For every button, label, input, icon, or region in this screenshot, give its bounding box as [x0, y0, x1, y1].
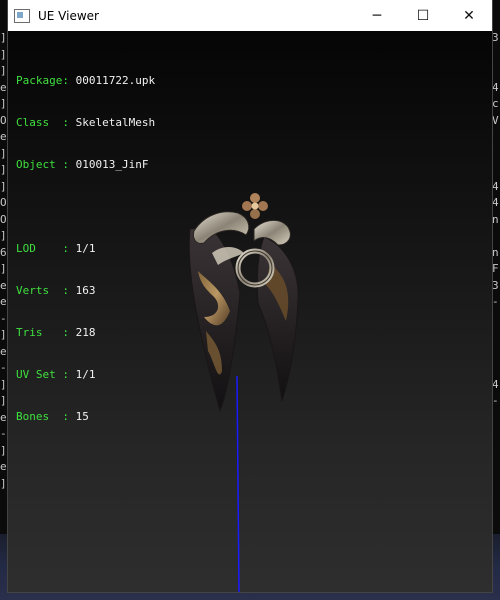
console-glyph	[492, 63, 500, 80]
title-bar[interactable]: UE Viewer ─ ☐ ✕	[8, 0, 492, 31]
console-glyph: O	[0, 113, 7, 127]
window-title: UE Viewer	[38, 8, 99, 23]
3d-viewport[interactable]: Package: 00011722.upk Class : SkeletalMe…	[8, 31, 492, 592]
console-glyph: ]	[0, 394, 7, 407]
app-window-icon	[14, 8, 30, 23]
ue-viewer-window: UE Viewer ─ ☐ ✕ Package: 00011722.upk Cl…	[8, 0, 492, 592]
console-glyph: n	[492, 245, 499, 259]
console-glyph: e	[0, 130, 7, 143]
console-glyph: 4	[492, 179, 499, 193]
console-glyph: -	[0, 311, 7, 325]
console-glyph: e	[0, 460, 7, 473]
console-glyph: e	[0, 410, 7, 424]
console-glyph: ]	[0, 476, 7, 490]
console-glyph	[492, 327, 500, 344]
console-glyph: e	[0, 344, 7, 358]
console-glyph	[492, 47, 500, 64]
console-glyph: ]	[0, 443, 7, 457]
console-glyph: ]	[0, 328, 7, 341]
console-glyph: e	[0, 295, 7, 308]
console-glyph: ]	[0, 229, 7, 242]
console-glyph: -	[492, 394, 499, 407]
console-glyph	[492, 129, 500, 146]
console-glyph: 4	[492, 377, 499, 391]
bone-line	[236, 375, 240, 592]
console-glyph: -	[0, 361, 7, 374]
console-glyph	[492, 146, 500, 163]
flower-ornament	[242, 193, 268, 219]
console-glyph	[492, 410, 500, 427]
console-glyph: ]	[0, 64, 7, 77]
console-glyph: ]	[0, 179, 7, 193]
console-glyph: ]	[0, 377, 7, 391]
console-glyph: e	[0, 80, 7, 94]
maximize-button[interactable]: ☐	[400, 0, 446, 31]
background-console-right: 3 4cV 44n nF3- 4-	[492, 30, 500, 600]
console-glyph	[492, 311, 500, 328]
minimize-button[interactable]: ─	[354, 0, 400, 31]
console-glyph: c	[492, 97, 499, 110]
console-glyph: O	[0, 196, 7, 209]
console-glyph: ]	[0, 31, 7, 44]
console-glyph: -	[0, 427, 7, 440]
console-glyph: 6	[0, 245, 7, 259]
right-blade	[256, 236, 299, 402]
console-glyph: F	[492, 262, 499, 275]
skeletal-mesh-render	[188, 193, 299, 592]
console-glyph: ]	[0, 262, 7, 275]
console-glyph: 3	[492, 31, 499, 44]
console-glyph: 3	[492, 278, 499, 292]
console-glyph: O	[0, 212, 7, 226]
console-glyph	[492, 228, 500, 245]
console-glyph: V	[492, 113, 499, 127]
console-glyph: ]	[0, 97, 7, 110]
console-glyph: n	[492, 212, 499, 226]
console-glyph: e	[0, 278, 7, 292]
console-glyph: ]	[0, 163, 7, 176]
console-glyph	[492, 344, 500, 361]
console-glyph	[492, 426, 500, 443]
background-console-left: ]]] e] Oe]]] O O] 6] e e -] e -]] e -] e]	[0, 30, 8, 600]
left-crest	[193, 211, 250, 244]
console-glyph: 4	[492, 80, 499, 94]
console-glyph: -	[492, 295, 499, 308]
console-glyph: ]	[0, 47, 7, 61]
console-glyph	[492, 360, 500, 377]
console-glyph: ]	[0, 146, 7, 160]
close-button[interactable]: ✕	[446, 0, 492, 31]
console-glyph	[492, 162, 500, 179]
console-glyph: 4	[492, 196, 499, 209]
